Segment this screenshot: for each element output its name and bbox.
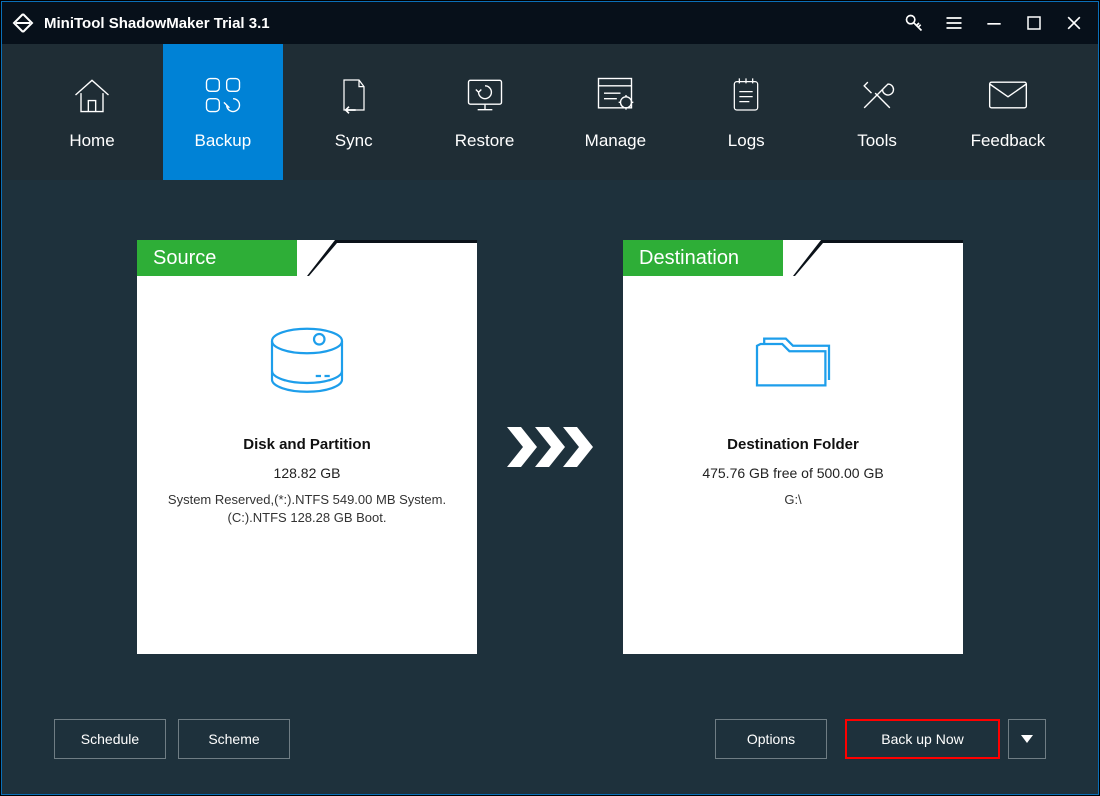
nav-logs-label: Logs <box>728 131 765 151</box>
manage-icon <box>593 73 637 117</box>
nav-backup-label: Backup <box>194 131 251 151</box>
nav-manage[interactable]: Manage <box>555 44 675 180</box>
source-detail: System Reserved,(*:).NTFS 549.00 MB Syst… <box>156 491 458 527</box>
backup-icon <box>201 73 245 117</box>
folder-icon <box>748 322 838 402</box>
key-icon[interactable] <box>894 3 934 43</box>
backup-now-dropdown[interactable] <box>1008 719 1046 759</box>
destination-header: Destination <box>623 240 963 276</box>
nav-home[interactable]: Home <box>32 44 152 180</box>
destination-title: Destination Folder <box>727 436 859 453</box>
source-body: Disk and Partition 128.82 GB System Rese… <box>137 276 477 654</box>
nav-feedback[interactable]: Feedback <box>948 44 1068 180</box>
source-title: Disk and Partition <box>243 436 371 453</box>
app-logo-icon <box>10 10 36 36</box>
title-bar: MiniTool ShadowMaker Trial 3.1 <box>2 2 1098 44</box>
backup-now-button[interactable]: Back up Now <box>845 719 1000 759</box>
source-card[interactable]: Source Disk and Partition 128.82 GB <box>137 240 477 654</box>
menu-icon[interactable] <box>934 3 974 43</box>
bottom-bar: Schedule Scheme Options Back up Now <box>2 684 1098 794</box>
logs-icon <box>724 73 768 117</box>
main-panel: Source Disk and Partition 128.82 GB <box>2 180 1098 684</box>
restore-icon <box>463 73 507 117</box>
nav-tools[interactable]: Tools <box>817 44 937 180</box>
home-icon <box>70 73 114 117</box>
destination-body: Destination Folder 475.76 GB free of 500… <box>623 276 963 654</box>
options-button[interactable]: Options <box>715 719 827 759</box>
destination-card[interactable]: Destination Destination Folder 475.76 GB… <box>623 240 963 654</box>
schedule-button[interactable]: Schedule <box>54 719 166 759</box>
feedback-icon <box>986 73 1030 117</box>
nav-feedback-label: Feedback <box>971 131 1046 151</box>
minimize-button[interactable] <box>974 3 1014 43</box>
source-header-label: Source <box>137 240 297 276</box>
cards-row: Source Disk and Partition 128.82 GB <box>2 240 1098 654</box>
close-button[interactable] <box>1054 3 1094 43</box>
chevron-down-icon <box>1021 735 1033 743</box>
tools-icon <box>855 73 899 117</box>
app-window: MiniTool ShadowMaker Trial 3.1 Home <box>1 1 1099 795</box>
nav-home-label: Home <box>69 131 114 151</box>
nav-restore-label: Restore <box>455 131 515 151</box>
source-header: Source <box>137 240 477 276</box>
destination-size: 475.76 GB free of 500.00 GB <box>702 465 883 481</box>
source-size: 128.82 GB <box>274 465 341 481</box>
nav-sync-label: Sync <box>335 131 373 151</box>
app-title: MiniTool ShadowMaker Trial 3.1 <box>44 15 270 32</box>
nav-restore[interactable]: Restore <box>425 44 545 180</box>
main-nav: Home Backup Sync Restore Manage <box>2 44 1098 180</box>
maximize-button[interactable] <box>1014 3 1054 43</box>
destination-header-label: Destination <box>623 240 783 276</box>
nav-logs[interactable]: Logs <box>686 44 806 180</box>
nav-sync[interactable]: Sync <box>294 44 414 180</box>
arrow-icon <box>507 427 593 467</box>
disk-icon <box>262 322 352 402</box>
sync-icon <box>332 73 376 117</box>
nav-manage-label: Manage <box>585 131 646 151</box>
scheme-button[interactable]: Scheme <box>178 719 290 759</box>
nav-tools-label: Tools <box>857 131 897 151</box>
nav-backup[interactable]: Backup <box>163 44 283 180</box>
destination-detail: G:\ <box>772 491 813 509</box>
